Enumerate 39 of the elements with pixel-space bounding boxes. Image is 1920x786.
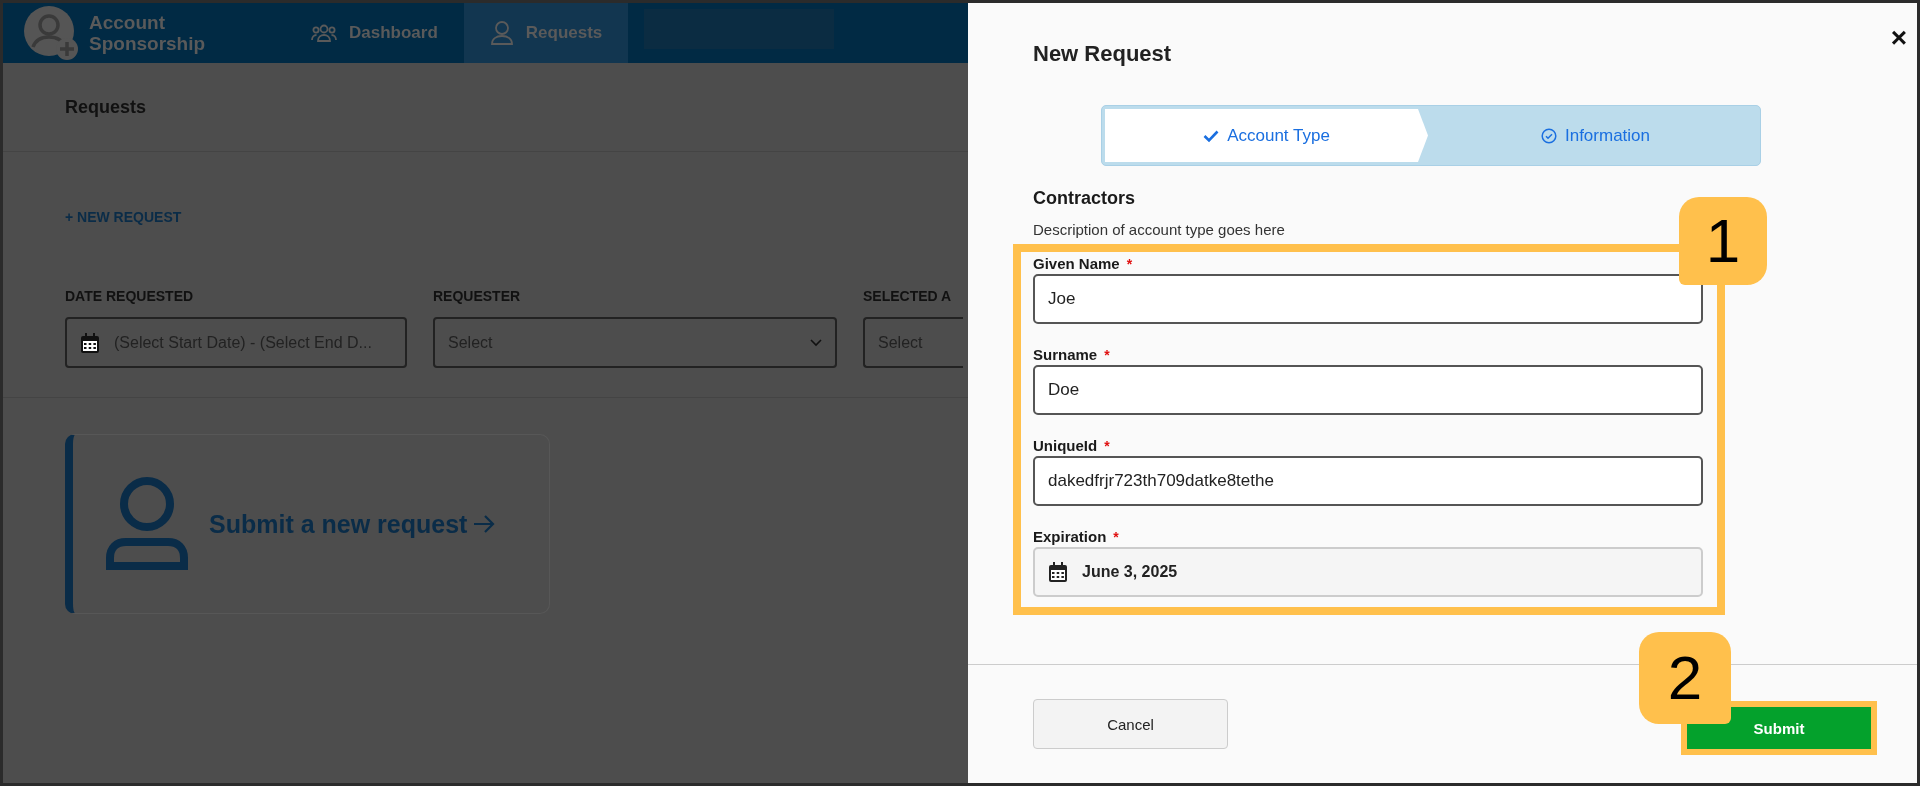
check-circle-icon <box>1540 127 1557 144</box>
required-mark: * <box>1104 347 1110 363</box>
calendar-icon <box>80 332 100 353</box>
card-title: Submit a new request <box>209 509 468 539</box>
text-field[interactable]: Doe <box>1033 365 1703 415</box>
cancel-button[interactable]: Cancel <box>1033 699 1228 749</box>
filter-label: REQUESTER <box>433 288 522 304</box>
nav-tab[interactable]: Requests <box>463 3 629 63</box>
text-field[interactable]: dakedfrjr723th709datke8tethe <box>1033 456 1703 506</box>
user-icon <box>489 20 514 46</box>
field-label: Surname <box>1033 346 1098 363</box>
annotation-badge: 1 <box>1679 197 1767 285</box>
check-icon <box>1203 128 1220 143</box>
app-title: Account Sponsorship <box>89 12 207 54</box>
section-description: Description of account type goes here <box>1033 221 1286 238</box>
dialog-title: New Request <box>1033 41 1172 67</box>
section-title: Contractors <box>1033 188 1136 209</box>
nav-tab[interactable]: Dashboard <box>285 3 464 63</box>
annotation-badge: 2 <box>1639 632 1731 724</box>
page-heading: Requests <box>65 96 147 118</box>
field-label: Expiration <box>1033 528 1107 545</box>
step-tab[interactable]: Account Type <box>1105 109 1428 162</box>
step-tab[interactable]: Information <box>1434 109 1757 162</box>
close-button[interactable]: × <box>1890 23 1907 53</box>
date-field[interactable]: June 3, 2025 <box>1033 547 1703 597</box>
users-icon <box>311 23 337 43</box>
user-icon <box>105 476 189 572</box>
account-add-logo-icon <box>23 5 79 61</box>
filter-label: DATE REQUESTED <box>65 288 195 304</box>
required-mark: * <box>1104 438 1110 454</box>
required-mark: * <box>1113 529 1119 545</box>
field-label: Given Name <box>1033 255 1120 272</box>
chevron-down-icon <box>810 338 822 347</box>
calendar-icon <box>1048 561 1068 583</box>
filter-label: SELECTED A <box>863 288 953 304</box>
arrow-right-icon <box>473 514 496 534</box>
required-mark: * <box>1126 256 1133 272</box>
text-field[interactable]: Joe <box>1033 274 1703 324</box>
field-label: UniqueId <box>1033 437 1098 454</box>
